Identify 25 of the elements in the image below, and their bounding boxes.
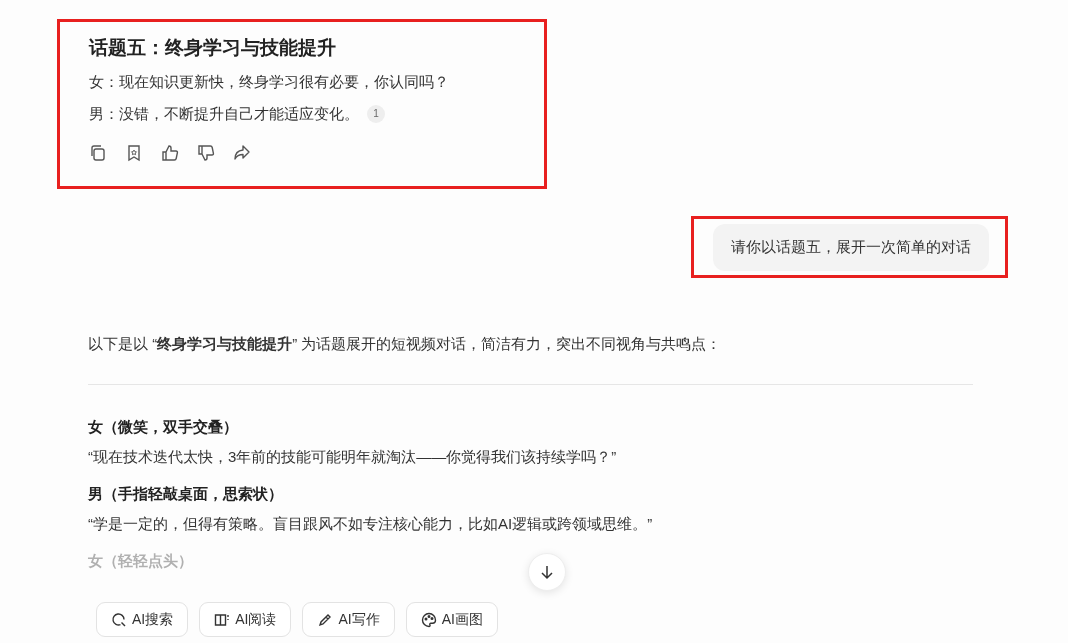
dialogue-line: 女：现在知识更新快，终身学习很有必要，你认同吗？ bbox=[89, 72, 449, 92]
thumbs-up-icon[interactable] bbox=[161, 144, 179, 162]
speaker-label: 男（手指轻敲桌面，思索状） bbox=[88, 484, 284, 504]
dialogue-line: “学是一定的，但得有策略。盲目跟风不如专注核心能力，比如AI逻辑或跨领域思维。” bbox=[88, 514, 654, 534]
reply-intro: 以下是以 “终身学习与技能提升” 为话题展开的短视频对话，简洁有力，突出不同视角与共鸣点： bbox=[88, 334, 723, 354]
dialogue-line: “现在技术迭代太快，3年前的技能可能明年就淘汰——你觉得我们该持续学吗？” bbox=[88, 447, 618, 467]
speaker-label: 女（轻轻点头） bbox=[88, 551, 194, 571]
tool-button[interactable]: AI写作 bbox=[302, 602, 395, 637]
share-icon[interactable] bbox=[233, 144, 251, 162]
citation-badge[interactable]: 1 bbox=[367, 105, 385, 123]
dialogue-line: 男：没错，不断提升自己才能适应变化。 bbox=[89, 104, 359, 124]
tool-button[interactable]: AI画图 bbox=[405, 602, 498, 637]
speaker-label: 女（微笑，双手交叠） bbox=[88, 417, 239, 437]
tool-button[interactable]: AI阅读 bbox=[199, 602, 292, 637]
copy-icon[interactable] bbox=[89, 144, 107, 162]
topic-title: 话题五：终身学习与技能提升 bbox=[89, 36, 337, 60]
tool-button[interactable]: AI搜索 bbox=[96, 602, 189, 637]
thumbs-down-icon[interactable] bbox=[197, 144, 215, 162]
scroll-down-button[interactable] bbox=[528, 553, 566, 591]
arrow-down-icon bbox=[539, 564, 555, 580]
user-message: 请你以话题五，展开一次简单的对话 bbox=[713, 224, 989, 271]
palette-icon bbox=[420, 611, 437, 628]
book-icon bbox=[214, 611, 231, 628]
bookmark-icon[interactable] bbox=[125, 144, 143, 162]
search-icon bbox=[111, 611, 127, 628]
